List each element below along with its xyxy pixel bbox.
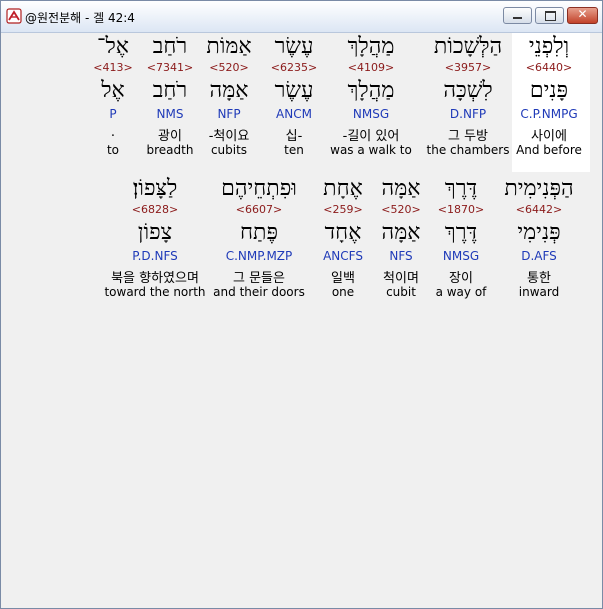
strong-number: <3957>: [444, 61, 492, 74]
strong-number: <6442>: [515, 203, 563, 216]
korean-gloss: .: [110, 125, 116, 140]
hebrew-word: לַצָּפוֹן׃: [132, 176, 178, 201]
parse-code: P: [109, 107, 117, 121]
close-button[interactable]: ✕: [567, 7, 598, 24]
close-icon: ✕: [577, 7, 588, 21]
english-gloss: to: [106, 143, 120, 157]
title-bar[interactable]: @원전분해 - 겔 42:4 ✕: [1, 1, 602, 33]
parse-code: P.D.NFS: [132, 249, 178, 263]
maximize-icon: [545, 11, 556, 21]
strong-number: <6828>: [131, 203, 179, 216]
minimize-icon: [513, 17, 522, 19]
hebrew-lemma: צָפוֹן: [137, 220, 173, 245]
interlinear-pane: וְלִפְנֵי <6440> פָּנִים C.P.NMPG 사이에 And bef…: [1, 33, 602, 608]
english-gloss: toward the north: [104, 285, 206, 299]
minimize-button[interactable]: [503, 7, 532, 24]
word-column[interactable]: הַפְּנִימִית <6442> פְּנִימִי D.AFS 통한 inward: [504, 175, 574, 305]
strong-number: <413>: [93, 61, 133, 74]
word-column[interactable]: לַצָּפוֹן׃ <6828> צָפוֹן P.D.NFS 북을 향하였으며 tow…: [95, 175, 215, 305]
hebrew-lemma: אֶל: [101, 78, 125, 103]
app-logo-icon: [6, 8, 22, 24]
window-title: @원전분해 - 겔 42:4: [25, 11, 135, 25]
korean-gloss: 북을 향하였으며: [111, 271, 199, 286]
parse-code: D.AFS: [521, 249, 557, 263]
hebrew-word: אֶל־: [97, 34, 129, 59]
parse-code: D.NFP: [449, 107, 487, 121]
main-window: @원전분해 - 겔 42:4 ✕ וְלִפְנֵי <6440> פָּנִים C…: [0, 0, 603, 609]
word-column[interactable]: אֶל־ <413> אֶל P. to: [88, 33, 138, 163]
maximize-button[interactable]: [535, 7, 564, 24]
